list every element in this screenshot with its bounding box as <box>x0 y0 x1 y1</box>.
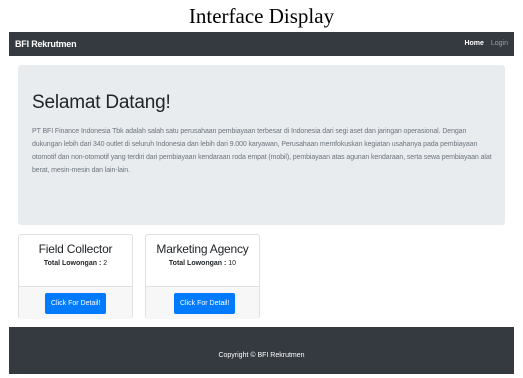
job-count-value: 10 <box>228 260 237 267</box>
job-count: Total Lowongan : 2 <box>19 260 132 267</box>
figure-caption: Interface Display <box>188 4 335 28</box>
nav-links: Home Login <box>459 32 508 56</box>
job-title: Marketing Agency <box>156 242 249 256</box>
footer-copyright: Copyright © BFI Rekrutmen <box>218 352 305 359</box>
navbar-brand[interactable]: BFI Rekrutmen <box>15 32 77 56</box>
job-count-label: Total Lowongan : <box>168 260 227 267</box>
welcome-description: PT BFI Finance Indonesia Tbk adalah sala… <box>32 128 492 174</box>
navbar: BFI Rekrutmen Home Login <box>9 32 514 56</box>
detail-button[interactable]: Click For Detail! <box>174 293 236 314</box>
page-footer: Copyright © BFI Rekrutmen <box>9 327 514 374</box>
job-card-body: Marketing Agency Total Lowongan : 10 <box>146 235 259 286</box>
job-count-label: Total Lowongan : <box>43 260 102 267</box>
job-title: Field Collector <box>38 242 113 256</box>
nav-link-login[interactable]: Login <box>491 40 508 47</box>
job-card-marketing-agency: Marketing Agency Total Lowongan : 10 Cli… <box>145 234 260 319</box>
job-count: Total Lowongan : 10 <box>146 260 259 267</box>
job-count-value: 2 <box>103 260 108 267</box>
job-card-body: Field Collector Total Lowongan : 2 <box>19 235 132 286</box>
nav-link-home[interactable]: Home <box>464 40 483 47</box>
job-card-footer: Click For Detail! <box>146 286 259 319</box>
detail-button[interactable]: Click For Detail! <box>45 293 107 314</box>
welcome-title: Selamat Datang! <box>32 92 171 113</box>
job-card-footer: Click For Detail! <box>19 286 132 319</box>
browser-page: BFI Rekrutmen Home Login Selamat Datang!… <box>9 32 514 374</box>
job-card-field-collector: Field Collector Total Lowongan : 2 Click… <box>18 234 133 319</box>
